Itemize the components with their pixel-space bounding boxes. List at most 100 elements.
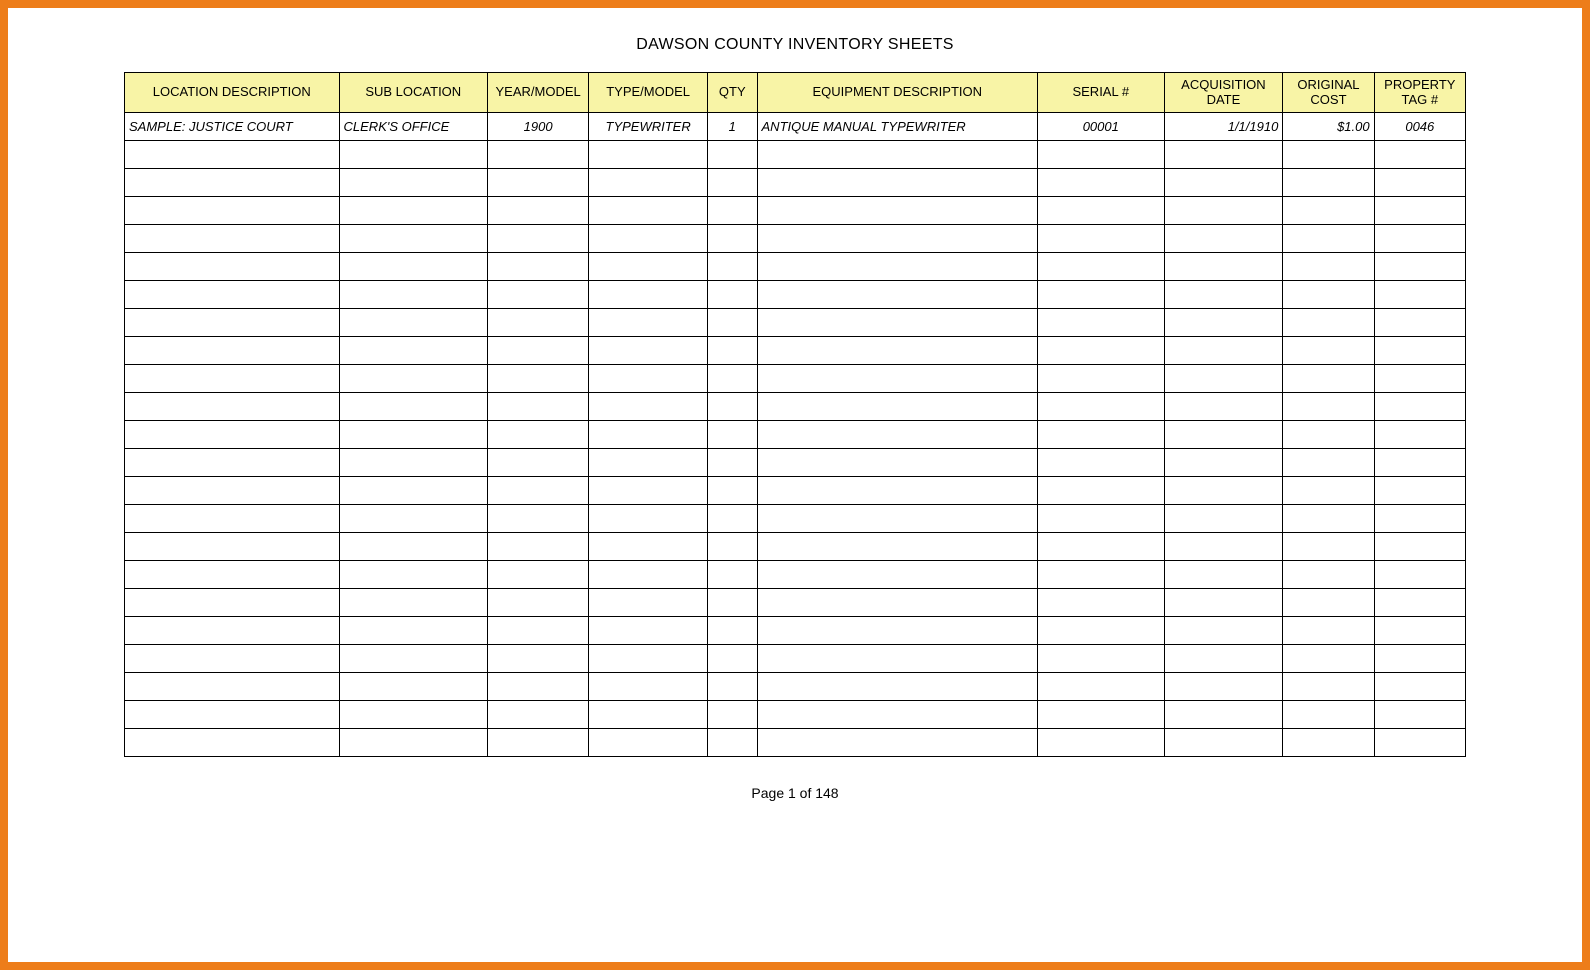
empty-cell[interactable] [339,477,488,505]
empty-cell[interactable] [1374,561,1465,589]
empty-cell[interactable] [125,197,340,225]
empty-cell[interactable] [1374,645,1465,673]
empty-cell[interactable] [708,253,758,281]
empty-cell[interactable] [1164,701,1283,729]
empty-cell[interactable] [1283,141,1374,169]
empty-cell[interactable] [1164,449,1283,477]
empty-cell[interactable] [1038,393,1165,421]
empty-cell[interactable] [488,253,589,281]
empty-cell[interactable] [1374,533,1465,561]
empty-cell[interactable] [708,421,758,449]
empty-cell[interactable] [1038,141,1165,169]
empty-cell[interactable] [125,617,340,645]
empty-cell[interactable] [339,225,488,253]
empty-cell[interactable] [589,729,708,757]
empty-cell[interactable] [757,561,1038,589]
empty-cell[interactable] [708,225,758,253]
empty-cell[interactable] [125,561,340,589]
empty-cell[interactable] [125,393,340,421]
empty-cell[interactable] [708,589,758,617]
empty-cell[interactable] [1374,421,1465,449]
empty-cell[interactable] [1283,253,1374,281]
empty-cell[interactable] [1283,617,1374,645]
empty-cell[interactable] [589,281,708,309]
empty-cell[interactable] [339,253,488,281]
empty-cell[interactable] [488,673,589,701]
empty-cell[interactable] [1283,169,1374,197]
empty-cell[interactable] [1283,281,1374,309]
empty-cell[interactable] [1283,533,1374,561]
empty-cell[interactable] [1164,225,1283,253]
empty-cell[interactable] [1374,589,1465,617]
empty-cell[interactable] [1164,533,1283,561]
empty-cell[interactable] [339,365,488,393]
empty-cell[interactable] [1283,225,1374,253]
empty-cell[interactable] [339,673,488,701]
empty-cell[interactable] [339,309,488,337]
empty-cell[interactable] [1038,309,1165,337]
empty-cell[interactable] [1038,365,1165,393]
empty-cell[interactable] [339,729,488,757]
empty-cell[interactable] [708,533,758,561]
empty-cell[interactable] [339,393,488,421]
empty-cell[interactable] [125,365,340,393]
empty-cell[interactable] [1283,309,1374,337]
cell-acquisition-date[interactable]: 1/1/1910 [1164,113,1283,141]
empty-cell[interactable] [488,449,589,477]
empty-cell[interactable] [1283,505,1374,533]
empty-cell[interactable] [757,533,1038,561]
empty-cell[interactable] [589,449,708,477]
empty-cell[interactable] [1374,365,1465,393]
empty-cell[interactable] [339,645,488,673]
empty-cell[interactable] [488,617,589,645]
empty-cell[interactable] [125,701,340,729]
empty-cell[interactable] [125,169,340,197]
empty-cell[interactable] [488,505,589,533]
empty-cell[interactable] [1164,281,1283,309]
empty-cell[interactable] [1283,589,1374,617]
cell-original-cost[interactable]: $1.00 [1283,113,1374,141]
empty-cell[interactable] [1164,141,1283,169]
empty-cell[interactable] [125,421,340,449]
empty-cell[interactable] [1038,169,1165,197]
empty-cell[interactable] [757,309,1038,337]
empty-cell[interactable] [1164,617,1283,645]
empty-cell[interactable] [1038,561,1165,589]
empty-cell[interactable] [1283,393,1374,421]
empty-cell[interactable] [589,141,708,169]
empty-cell[interactable] [757,617,1038,645]
empty-cell[interactable] [1164,477,1283,505]
empty-cell[interactable] [339,197,488,225]
empty-cell[interactable] [589,617,708,645]
empty-cell[interactable] [589,197,708,225]
empty-cell[interactable] [708,281,758,309]
empty-cell[interactable] [1038,701,1165,729]
empty-cell[interactable] [1374,393,1465,421]
empty-cell[interactable] [1038,617,1165,645]
empty-cell[interactable] [1038,281,1165,309]
empty-cell[interactable] [488,477,589,505]
empty-cell[interactable] [125,589,340,617]
empty-cell[interactable] [589,533,708,561]
empty-cell[interactable] [125,673,340,701]
empty-cell[interactable] [1374,673,1465,701]
empty-cell[interactable] [1374,253,1465,281]
empty-cell[interactable] [1038,421,1165,449]
empty-cell[interactable] [589,365,708,393]
empty-cell[interactable] [1283,477,1374,505]
empty-cell[interactable] [1374,169,1465,197]
empty-cell[interactable] [708,729,758,757]
empty-cell[interactable] [1038,477,1165,505]
empty-cell[interactable] [708,505,758,533]
empty-cell[interactable] [1283,449,1374,477]
cell-sub-location[interactable]: CLERK'S OFFICE [339,113,488,141]
empty-cell[interactable] [339,505,488,533]
empty-cell[interactable] [708,477,758,505]
empty-cell[interactable] [1374,281,1465,309]
empty-cell[interactable] [757,729,1038,757]
empty-cell[interactable] [488,729,589,757]
empty-cell[interactable] [488,393,589,421]
empty-cell[interactable] [1164,253,1283,281]
empty-cell[interactable] [488,225,589,253]
empty-cell[interactable] [589,225,708,253]
